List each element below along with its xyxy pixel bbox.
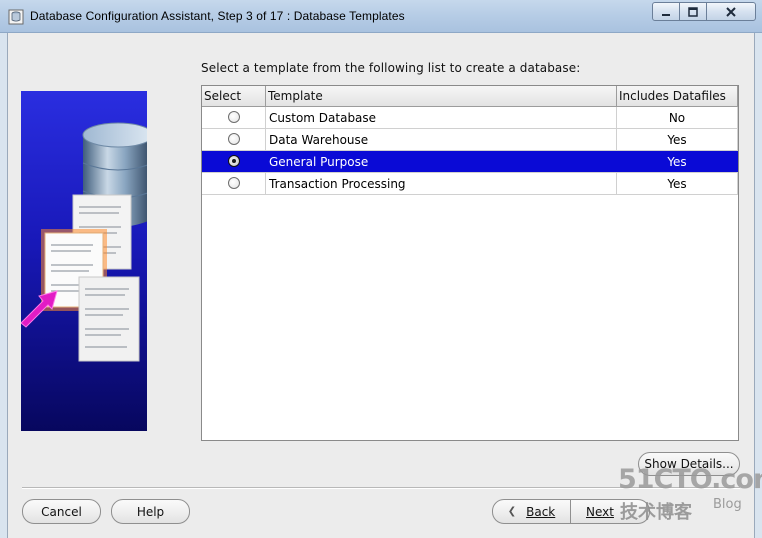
database-templates-illustration [21,122,147,362]
table-row[interactable]: Transaction Processing Yes [202,173,738,195]
cancel-button[interactable]: Cancel [22,499,101,524]
window-title: Database Configuration Assistant, Step 3… [30,9,405,23]
includes-datafiles-value: No [617,107,738,128]
minimize-button[interactable] [652,2,680,21]
column-header-template[interactable]: Template [266,86,617,107]
template-name: Custom Database [266,107,617,128]
column-header-select[interactable]: Select [202,86,266,107]
template-radio-button[interactable] [228,177,240,189]
help-button[interactable]: Help [111,499,190,524]
table-row[interactable]: Data Warehouse Yes [202,129,738,151]
instruction-text: Select a template from the following lis… [201,61,581,75]
includes-datafiles-value: Yes [617,173,738,194]
maximize-icon [688,6,698,17]
template-name: General Purpose [266,151,617,172]
back-label: Back [526,504,556,519]
includes-datafiles-value: Yes [617,151,738,172]
site-watermark: 51CTO.com 技术博客 Blog [618,464,762,534]
maximize-button[interactable] [679,2,707,21]
watermark-blog-text: Blog [713,497,742,512]
watermark-sub-text: 技术博客 [620,502,692,523]
back-button[interactable]: ❮ Back [492,499,571,524]
template-radio-button[interactable] [228,111,240,123]
table-row[interactable]: General Purpose Yes [202,151,738,173]
minimize-icon [662,13,670,16]
table-header: Select Template Includes Datafiles [202,86,738,107]
template-radio-button[interactable] [228,133,240,145]
database-app-icon [8,9,24,25]
close-button[interactable] [706,2,756,21]
watermark-main-text: 51CTO.com [618,464,762,495]
template-radio-button-checked[interactable] [228,155,240,167]
templates-table: Select Template Includes Datafiles Custo… [201,85,739,441]
cancel-label: Cancel [41,504,82,519]
title-bar: Database Configuration Assistant, Step 3… [0,0,762,33]
close-icon [726,6,736,17]
help-label: Help [136,504,165,519]
includes-datafiles-value: Yes [617,129,738,150]
template-name: Transaction Processing [266,173,617,194]
next-label: Next [586,504,614,519]
wizard-illustration [21,91,147,431]
back-arrow-icon: ❮ [507,506,517,517]
table-row[interactable]: Custom Database No [202,107,738,129]
template-name: Data Warehouse [266,129,617,150]
column-header-datafiles[interactable]: Includes Datafiles [617,86,738,107]
